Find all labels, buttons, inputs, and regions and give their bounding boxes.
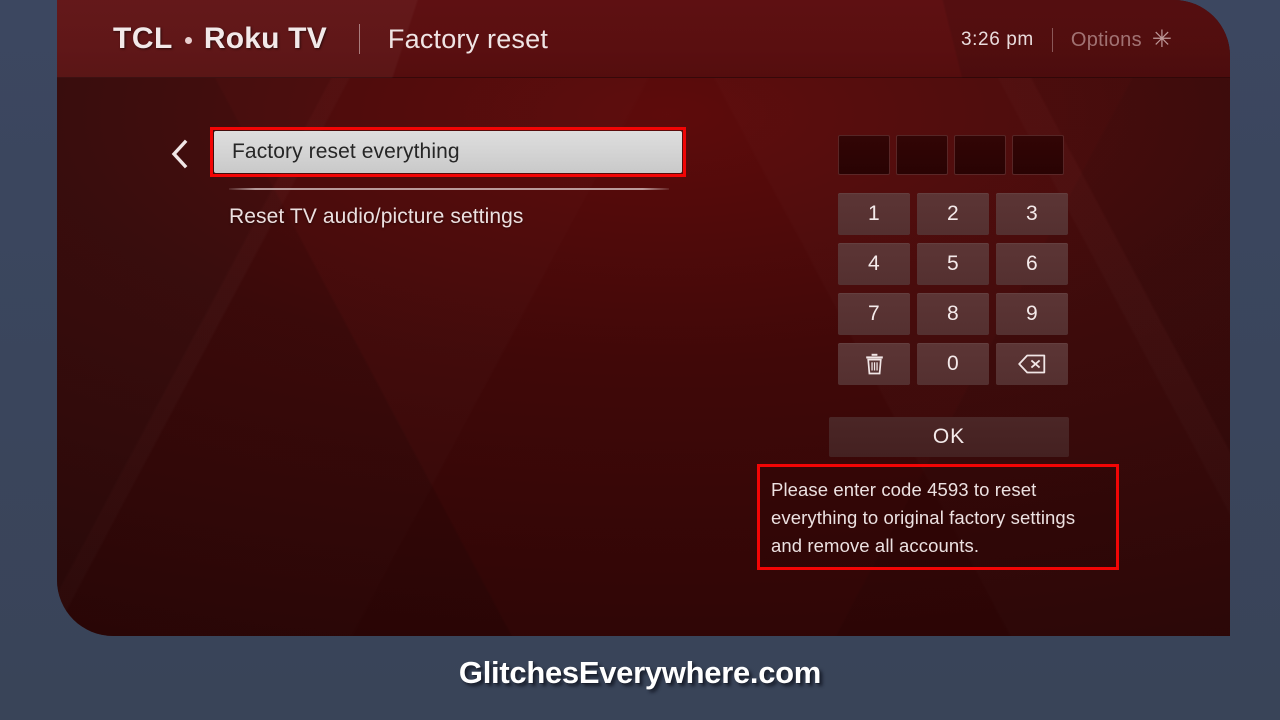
watermark: GlitchesEverywhere.com	[458, 655, 822, 690]
header-right-cluster: 3:26 pm Options ✳	[961, 28, 1172, 52]
key-backspace[interactable]	[996, 343, 1068, 385]
trash-icon	[865, 353, 884, 375]
page-title: Factory reset	[387, 23, 549, 54]
annotation-highlight-message: Please enter code 4593 to reset everythi…	[757, 464, 1119, 570]
key-7[interactable]: 7	[838, 293, 910, 335]
key-5[interactable]: 5	[917, 243, 989, 285]
menu-item-label: Reset TV audio/picture settings	[229, 205, 524, 228]
chevron-left-icon[interactable]	[167, 139, 193, 173]
backspace-icon	[1018, 354, 1046, 374]
key-3[interactable]: 3	[996, 193, 1068, 235]
clock: 3:26 pm	[961, 29, 1034, 50]
desktop-backdrop: TCL Roku TV Factory reset 3:26 pm Option…	[0, 0, 1280, 720]
key-9[interactable]: 9	[996, 293, 1068, 335]
brand-tcl-logo: TCL	[113, 22, 173, 55]
tv-screen: TCL Roku TV Factory reset 3:26 pm Option…	[57, 0, 1230, 636]
menu-item-reset-tv-audio-picture-settings[interactable]: Reset TV audio/picture settings	[229, 205, 524, 229]
instruction-message: Please enter code 4593 to reset everythi…	[771, 479, 1076, 556]
code-digit-box-2[interactable]	[896, 135, 948, 175]
menu-item-label: Factory reset everything	[232, 140, 460, 163]
key-6[interactable]: 6	[996, 243, 1068, 285]
code-digit-box-1[interactable]	[838, 135, 890, 175]
key-clear[interactable]	[838, 343, 910, 385]
asterisk-icon[interactable]: ✳	[1152, 28, 1172, 52]
key-8[interactable]: 8	[917, 293, 989, 335]
ok-button[interactable]: OK	[829, 417, 1069, 457]
brand: TCL Roku TV Factory reset	[113, 22, 548, 56]
menu-item-factory-reset-everything[interactable]: Factory reset everything	[214, 131, 682, 173]
header-bar: TCL Roku TV Factory reset 3:26 pm Option…	[57, 0, 1230, 78]
key-4[interactable]: 4	[838, 243, 910, 285]
keypad-grid: 1 2 3 4 5 6 7 8 9 0	[838, 193, 1070, 385]
code-digit-box-3[interactable]	[954, 135, 1006, 175]
menu-divider-line	[229, 188, 669, 190]
code-keypad: 1 2 3 4 5 6 7 8 9 0	[838, 135, 1070, 385]
brand-separator-dot	[184, 36, 192, 44]
code-entry-boxes	[838, 135, 1070, 175]
code-digit-box-4[interactable]	[1012, 135, 1064, 175]
header-divider-2	[1051, 28, 1053, 52]
key-1[interactable]: 1	[838, 193, 910, 235]
key-0[interactable]: 0	[917, 343, 989, 385]
header-divider	[358, 24, 360, 54]
options-label[interactable]: Options	[1071, 29, 1142, 52]
brand-roku-tv-logo: Roku TV	[203, 22, 327, 55]
key-2[interactable]: 2	[917, 193, 989, 235]
